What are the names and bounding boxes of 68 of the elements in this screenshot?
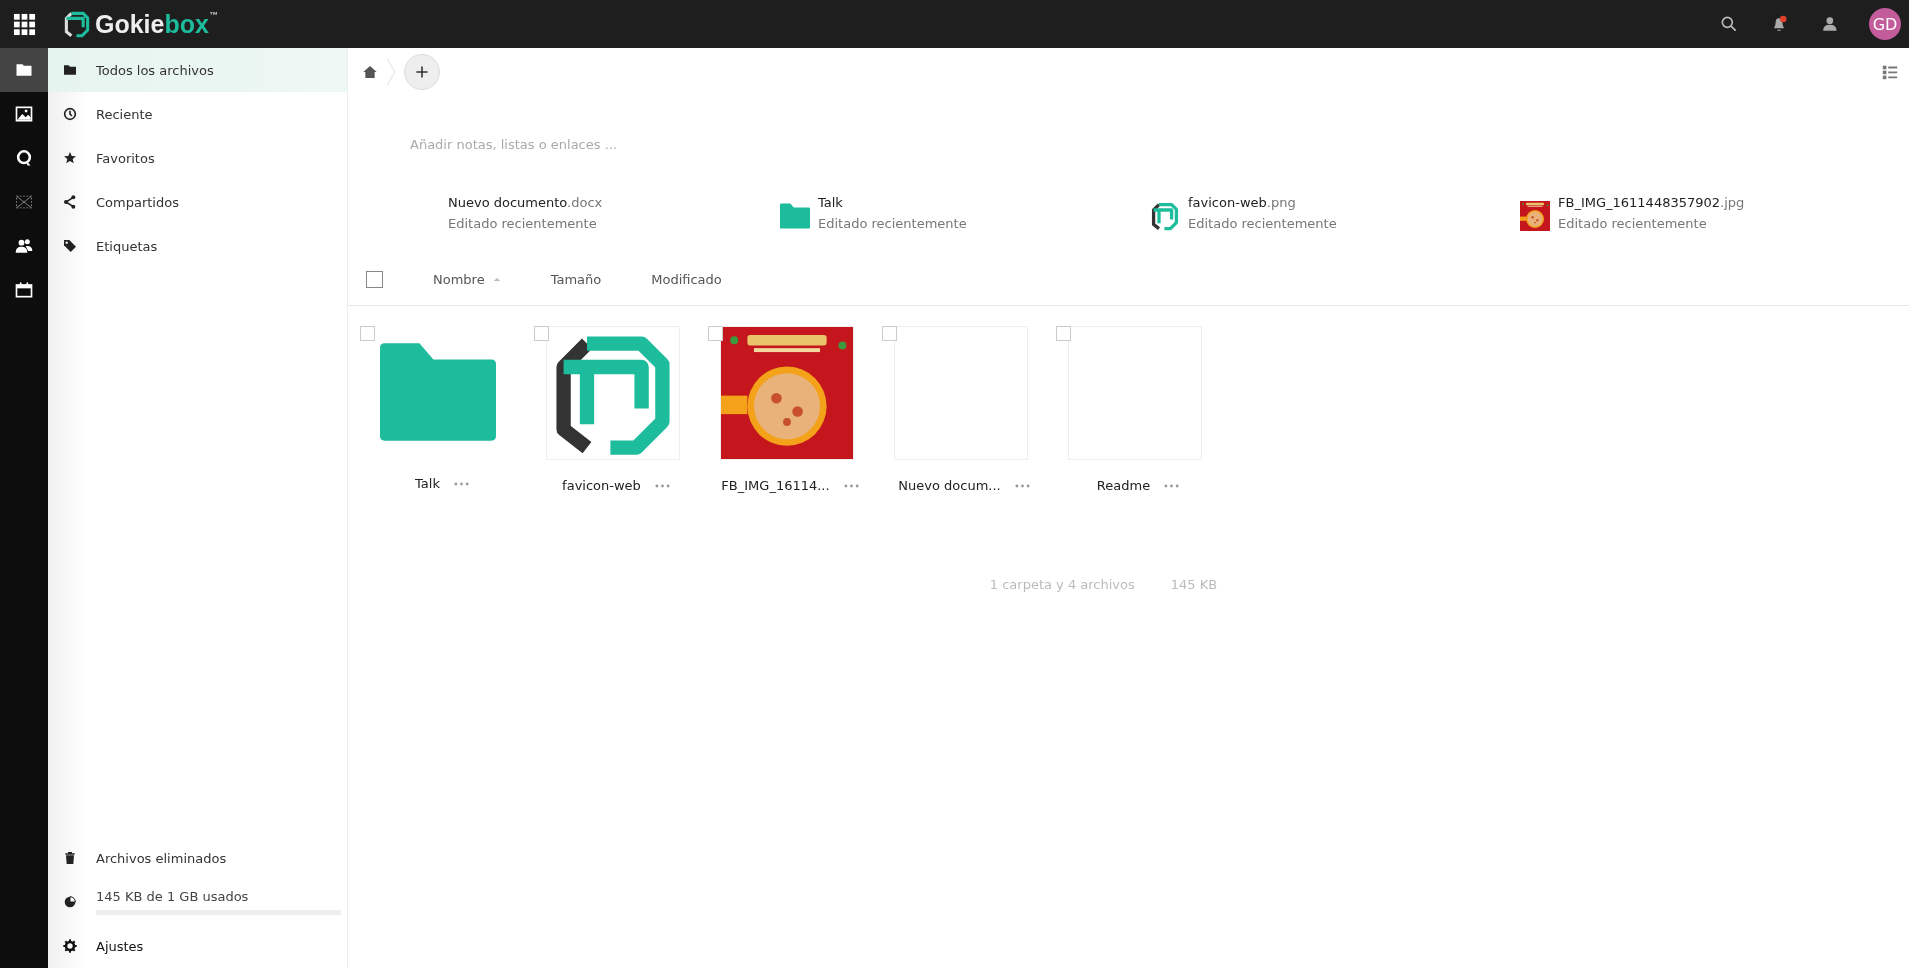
sidebar-item[interactable]: Favoritos bbox=[48, 136, 347, 180]
file-name: Nuevo documento.docx bbox=[448, 195, 603, 210]
file-name[interactable]: favicon-web bbox=[562, 478, 641, 493]
tag-icon bbox=[62, 238, 78, 254]
cube-logo-icon bbox=[1150, 201, 1180, 231]
sidebar-item[interactable]: Todos los archivos bbox=[48, 48, 347, 92]
more-options-icon[interactable] bbox=[654, 483, 670, 488]
user-avatar[interactable]: GD bbox=[1869, 8, 1901, 40]
pie-chart-icon bbox=[62, 894, 78, 910]
plus-icon bbox=[414, 64, 430, 80]
home-icon[interactable] bbox=[362, 64, 378, 80]
share-icon bbox=[62, 194, 78, 210]
app-nav-item[interactable] bbox=[0, 48, 48, 92]
more-options-icon[interactable] bbox=[1014, 483, 1030, 488]
list-view-icon[interactable] bbox=[1881, 63, 1899, 81]
trash-icon bbox=[62, 850, 78, 866]
more-options-icon[interactable] bbox=[1164, 483, 1180, 488]
settings-icon bbox=[62, 938, 78, 954]
file-name[interactable]: FB_IMG_16114... bbox=[721, 478, 830, 493]
file-checkbox[interactable] bbox=[1056, 326, 1071, 341]
total-size: 145 KB bbox=[1170, 577, 1218, 592]
file-name: favicon-web.png bbox=[1188, 195, 1297, 210]
cube-logo-icon bbox=[63, 10, 91, 38]
new-button[interactable] bbox=[404, 54, 440, 90]
file-checkbox[interactable] bbox=[708, 326, 723, 341]
file-name: FB_IMG_1611448357902.jpg bbox=[1558, 195, 1745, 210]
sidebar-item[interactable]: Archivos eliminados bbox=[48, 836, 347, 880]
recent-file[interactable]: Nuevo documento.docx Editado recientemente bbox=[406, 195, 776, 231]
column-header[interactable]: Modificado bbox=[651, 271, 722, 287]
file-checkbox[interactable] bbox=[534, 326, 549, 341]
sidebar-item[interactable]: Compartidos bbox=[48, 180, 347, 224]
apps-menu-icon[interactable] bbox=[13, 12, 36, 36]
select-all-checkbox[interactable] bbox=[366, 270, 383, 288]
column-header[interactable]: Nombre bbox=[433, 271, 501, 287]
clock-icon bbox=[62, 106, 78, 122]
chat-icon bbox=[14, 148, 34, 168]
folder-icon bbox=[380, 343, 496, 441]
folder-icon bbox=[780, 201, 810, 231]
calendar-icon bbox=[14, 280, 34, 300]
more-options-icon[interactable] bbox=[453, 481, 469, 486]
search-icon[interactable] bbox=[1719, 14, 1739, 34]
recent-file[interactable]: FB_IMG_1611448357902.jpg Editado recientemente bbox=[1516, 195, 1886, 231]
file-checkbox[interactable] bbox=[882, 326, 897, 341]
file-name[interactable]: Talk bbox=[415, 476, 440, 491]
brand-name: Gokiebox$^{™}$ bbox=[95, 9, 218, 39]
image-icon bbox=[14, 104, 34, 124]
sidebar-item[interactable]: Etiquetas bbox=[48, 224, 347, 268]
more-options-icon[interactable] bbox=[843, 483, 859, 488]
file-count: 1 carpeta y 4 archivos bbox=[989, 577, 1135, 592]
folder-icon bbox=[62, 62, 78, 78]
file-checkbox[interactable] bbox=[360, 326, 375, 341]
column-header[interactable]: Tamaño bbox=[550, 271, 602, 287]
file-name: Talk bbox=[818, 195, 844, 210]
edit-status: Editado recientemente bbox=[448, 216, 598, 231]
recent-file[interactable]: Talk Editado recientemente bbox=[776, 195, 1146, 231]
file-name[interactable]: Readme bbox=[1096, 478, 1151, 493]
file-name[interactable]: Nuevo docum... bbox=[898, 478, 1001, 493]
edit-status: Editado recientemente bbox=[1188, 216, 1337, 231]
chevron-icon bbox=[386, 58, 396, 86]
settings-item[interactable]: Ajustes bbox=[48, 924, 347, 968]
sort-arrow-icon bbox=[492, 276, 501, 282]
people-icon bbox=[14, 236, 34, 256]
storage-usage-text: 145 KB de 1 GB usados bbox=[96, 889, 250, 904]
recent-file[interactable]: favicon-web.png Editado recientemente bbox=[1146, 195, 1516, 231]
edit-status: Editado recientemente bbox=[1558, 216, 1708, 231]
edit-status: Editado recientemente bbox=[818, 216, 967, 231]
sidebar-item[interactable]: Reciente bbox=[48, 92, 347, 136]
star-icon bbox=[62, 150, 78, 166]
